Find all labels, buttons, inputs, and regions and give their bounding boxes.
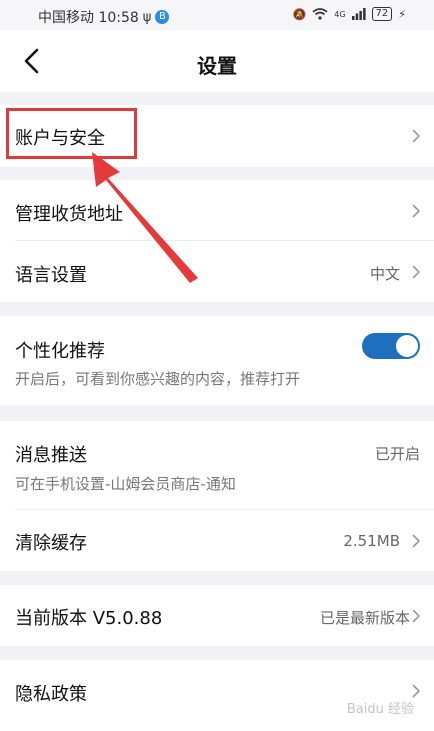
signal-label: 4G bbox=[334, 9, 346, 19]
settings-item-language[interactable]: 语言设置 中文 bbox=[0, 241, 434, 302]
push-description: 可在手机设置-山姆会员商店-通知 bbox=[15, 475, 236, 493]
settings-item-shipping-address[interactable]: 管理收货地址 bbox=[0, 180, 434, 241]
toggle-knob bbox=[396, 335, 418, 357]
carrier-time: 中国移动 10:58 bbox=[38, 10, 139, 26]
version-label: 当前版本 V5.0.88 bbox=[15, 608, 163, 629]
usb-icon: ψ bbox=[142, 9, 152, 25]
settings-item-push[interactable]: 消息推送 已开启 可在手机设置-山姆会员商店-通知 bbox=[0, 421, 434, 510]
cache-size-value: 2.51MB bbox=[343, 532, 400, 550]
wifi-icon bbox=[312, 8, 328, 20]
settings-item-clear-cache[interactable]: 清除缓存 2.51MB bbox=[0, 510, 434, 571]
chevron-right-icon bbox=[412, 204, 421, 218]
push-value: 已开启 bbox=[374, 445, 420, 463]
settings-item-personalized: 个性化推荐 开启后，可看到你感兴趣的内容，推荐打开 bbox=[0, 316, 434, 405]
clear-cache-label: 清除缓存 bbox=[15, 533, 87, 554]
signal-icon bbox=[351, 8, 366, 20]
chevron-right-icon bbox=[412, 129, 421, 143]
language-value: 中文 bbox=[369, 265, 400, 283]
mute-icon: 🔕 bbox=[292, 7, 307, 21]
status-left: 中国移动 10:58 ψ B bbox=[38, 7, 170, 27]
version-status: 已是最新版本 bbox=[319, 609, 410, 627]
chevron-right-icon bbox=[412, 265, 421, 279]
watermark: Baidu 经验 bbox=[346, 702, 414, 717]
chevron-right-icon bbox=[412, 684, 421, 698]
charging-icon: ⚡ bbox=[398, 7, 406, 21]
chevron-right-icon bbox=[412, 534, 421, 548]
battery-icon: 72 bbox=[371, 7, 393, 21]
status-bar: 中国移动 10:58 ψ B 🔕 4G 72 ⚡ bbox=[0, 0, 434, 30]
settings-item-version[interactable]: 当前版本 V5.0.88 已是最新版本 bbox=[0, 585, 434, 646]
app-notification-icon: B bbox=[155, 10, 170, 24]
navigation-bar: 设置 bbox=[0, 30, 434, 92]
shipping-address-label: 管理收货地址 bbox=[15, 204, 123, 225]
status-right: 🔕 4G 72 ⚡ bbox=[293, 7, 406, 21]
annotation-highlight-box bbox=[6, 108, 137, 159]
chevron-right-icon bbox=[412, 609, 421, 623]
personalized-toggle[interactable] bbox=[362, 333, 420, 359]
language-label: 语言设置 bbox=[15, 265, 87, 286]
settings-item-privacy[interactable]: 隐私政策 bbox=[0, 660, 434, 731]
personalized-label: 个性化推荐 bbox=[15, 341, 105, 362]
push-label: 消息推送 bbox=[15, 445, 87, 466]
page-title: 设置 bbox=[197, 54, 237, 78]
privacy-label: 隐私政策 bbox=[15, 684, 87, 705]
personalized-description: 开启后，可看到你感兴趣的内容，推荐打开 bbox=[15, 370, 301, 388]
